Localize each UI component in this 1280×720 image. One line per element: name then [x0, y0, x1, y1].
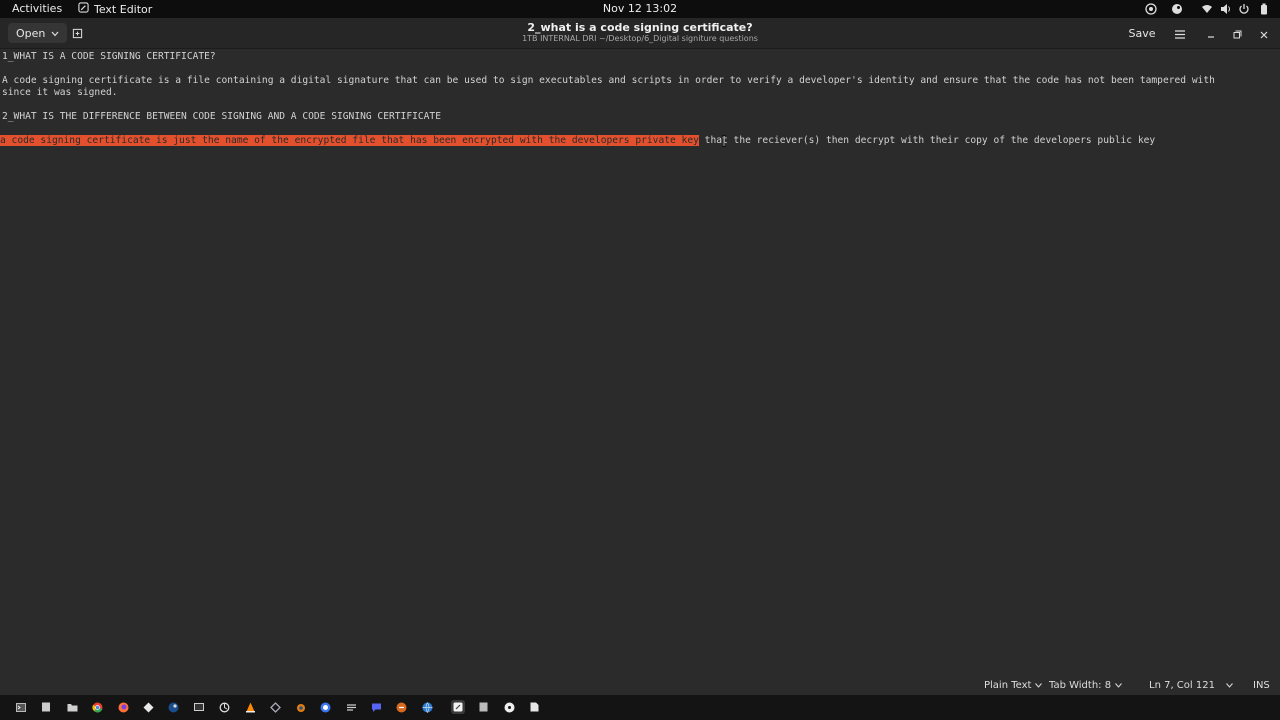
insert-mode[interactable]: INS [1253, 680, 1270, 691]
status-bar: Plain Text Tab Width: 8 Ln 7, Col 121 IN… [0, 677, 1280, 694]
hamburger-icon [1175, 24, 1185, 43]
save-button[interactable]: Save [1125, 23, 1159, 43]
editor-line-7: a code signing certificate is just the n… [0, 135, 1155, 147]
main-menu-button[interactable] [1170, 23, 1190, 43]
editor-line-5: 2_WHAT IS THE DIFFERENCE BETWEEN CODE SI… [2, 111, 441, 122]
chevron-down-icon [1226, 680, 1233, 691]
disc-icon[interactable] [502, 700, 516, 714]
app-menu[interactable]: Text Editor [78, 2, 152, 16]
minimize-icon [1207, 24, 1215, 43]
minimize-button[interactable] [1201, 23, 1221, 43]
unselected-text: that the reciever(s) then decrypt with t… [698, 135, 1156, 146]
app-menu-label: Text Editor [94, 2, 153, 16]
text-editor-app-icon [78, 2, 89, 16]
wifi-icon[interactable] [1200, 2, 1214, 16]
cursor-position-label: Ln 7, Col 121 [1149, 680, 1215, 691]
restore-icon [1233, 24, 1242, 43]
volume-icon[interactable] [1219, 2, 1233, 16]
document-icon[interactable] [476, 700, 490, 714]
document-path: 1TB INTERNAL DRI ~/Desktop/6_Digital sig… [522, 34, 758, 43]
dock [0, 695, 1280, 720]
terminal-icon[interactable] [14, 700, 28, 714]
close-button[interactable] [1254, 23, 1274, 43]
battery-icon[interactable] [1257, 2, 1271, 16]
editor-line-3-wrap: since it was signed. [2, 87, 118, 98]
text-editor-area[interactable]: 1_WHAT IS A CODE SIGNING CERTIFICATE? A … [0, 49, 1280, 677]
app2-icon[interactable] [394, 700, 408, 714]
folder-icon[interactable] [65, 700, 79, 714]
chrome-icon[interactable] [90, 700, 104, 714]
editor-line-3: A code signing certificate is a file con… [2, 75, 1215, 86]
sync-icon[interactable] [217, 700, 231, 714]
document-title: 2_what is a code signing certificate? [527, 21, 753, 34]
position-dropdown[interactable] [1226, 680, 1233, 691]
file-icon[interactable] [527, 700, 541, 714]
title-block: 2_what is a code signing certificate? 1T… [0, 22, 1280, 44]
cursor-position[interactable]: Ln 7, Col 121 [1149, 680, 1215, 691]
app-icon[interactable] [141, 700, 155, 714]
chevron-down-icon [1115, 680, 1122, 691]
language-label: Plain Text [984, 680, 1032, 691]
tab-width-selector[interactable]: Tab Width: 8 [1049, 680, 1122, 691]
editor-line-1: 1_WHAT IS A CODE SIGNING CERTIFICATE? [2, 51, 216, 62]
insert-mode-label: INS [1253, 680, 1270, 691]
vlc-icon[interactable] [243, 700, 257, 714]
chat-icon[interactable] [369, 700, 383, 714]
terminal-alt-icon[interactable] [192, 700, 206, 714]
steam-icon[interactable] [166, 700, 180, 714]
files-icon[interactable] [39, 700, 53, 714]
tool-icon[interactable] [268, 700, 282, 714]
top-bar: Activities Text Editor Nov 12 13:02 [0, 0, 1280, 18]
chevron-down-icon [1035, 680, 1043, 691]
tab-width-label: Tab Width: 8 [1049, 680, 1112, 691]
blender-icon[interactable] [293, 700, 307, 714]
activities-button[interactable]: Activities [12, 2, 62, 15]
firefox-icon[interactable] [116, 700, 130, 714]
close-icon [1260, 24, 1268, 43]
i-beam-cursor-icon [722, 134, 726, 149]
restore-button[interactable] [1227, 23, 1247, 43]
editor-icon[interactable] [344, 700, 358, 714]
globe-icon[interactable] [420, 700, 434, 714]
selected-text: a code signing certificate is just the n… [0, 135, 699, 146]
chrome-tray-icon[interactable] [1144, 2, 1158, 16]
steam-tray-icon[interactable] [1170, 2, 1184, 16]
signal-icon[interactable] [318, 700, 332, 714]
header-bar: Open 2_what is a code signing certificat… [0, 18, 1280, 49]
language-selector[interactable]: Plain Text [984, 680, 1043, 691]
text-editor-icon[interactable] [451, 700, 465, 714]
clock[interactable]: Nov 12 13:02 [603, 2, 677, 15]
power-icon[interactable] [1237, 2, 1251, 16]
